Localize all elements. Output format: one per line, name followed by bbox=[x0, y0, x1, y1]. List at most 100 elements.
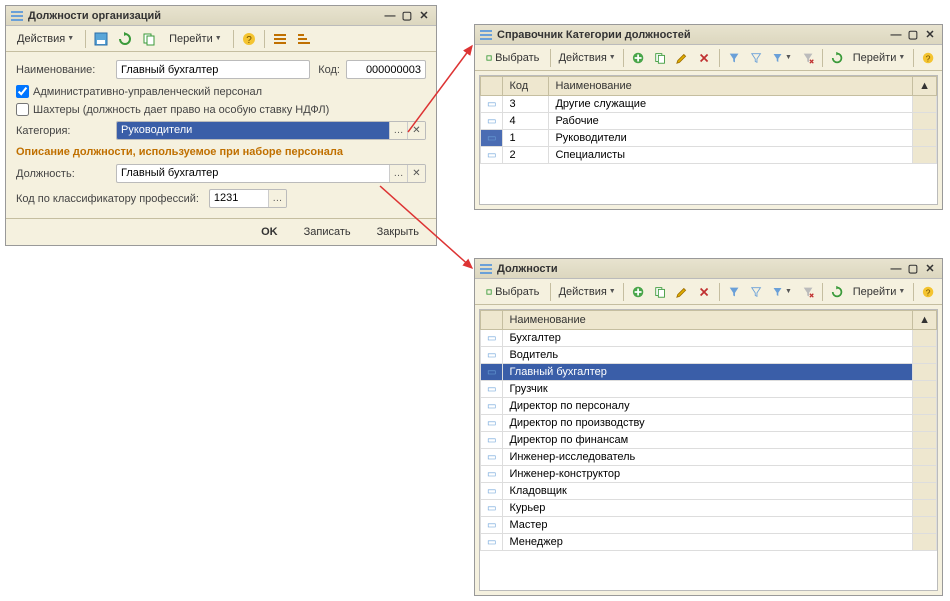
cell-code: 4 bbox=[503, 113, 549, 130]
row-icon: ▭ bbox=[487, 418, 496, 429]
edit-icon[interactable] bbox=[672, 282, 692, 302]
actions-menu[interactable]: Действия▼ bbox=[555, 282, 619, 302]
filter3-icon[interactable]: ▼ bbox=[768, 282, 796, 302]
cell-name: Инженер-конструктор bbox=[503, 466, 913, 483]
row-icon: ▭ bbox=[487, 384, 496, 395]
edit-icon[interactable] bbox=[672, 48, 692, 68]
cell-name: Грузчик bbox=[503, 381, 913, 398]
filter-clear-icon[interactable] bbox=[798, 282, 818, 302]
table-row[interactable]: ▭Менеджер bbox=[481, 534, 937, 551]
go-menu[interactable]: Перейти▼ bbox=[849, 48, 909, 68]
label-position: Должность: bbox=[16, 168, 110, 180]
row-icon: ▭ bbox=[487, 99, 496, 110]
button-ok[interactable]: OK bbox=[250, 223, 289, 241]
table-row[interactable]: ▭Водитель bbox=[481, 347, 937, 364]
copy-icon[interactable] bbox=[650, 282, 670, 302]
input-code[interactable] bbox=[346, 60, 426, 79]
help-icon[interactable]: ? bbox=[918, 282, 938, 302]
table-row[interactable]: ▭3Другие служащие bbox=[481, 96, 937, 113]
field-position-open[interactable]: … bbox=[389, 165, 407, 182]
grid-wrap: Наименование ▲ ▭Бухгалтер▭Водитель▭Главн… bbox=[475, 305, 942, 595]
label-classifier: Код по классификатору профессий: bbox=[16, 193, 199, 205]
actions-menu[interactable]: Действия▼ bbox=[10, 29, 81, 49]
go-menu[interactable]: Перейти▼ bbox=[162, 29, 229, 49]
filter1-icon[interactable] bbox=[724, 282, 744, 302]
select-button[interactable]: Выбрать bbox=[479, 282, 546, 302]
add-icon[interactable] bbox=[628, 48, 648, 68]
row-icon: ▭ bbox=[487, 435, 496, 446]
close-button[interactable]: ✕ bbox=[922, 28, 938, 42]
category-table[interactable]: Код Наименование ▲ ▭3Другие служащие▭4Ра… bbox=[480, 76, 937, 164]
rows-icon[interactable] bbox=[269, 29, 291, 49]
field-position-clear[interactable]: ✕ bbox=[407, 165, 425, 182]
filter-clear-icon[interactable] bbox=[798, 48, 818, 68]
input-name[interactable] bbox=[116, 60, 310, 79]
maximize-button[interactable]: ▢ bbox=[905, 28, 921, 42]
checkbox-miners[interactable] bbox=[16, 103, 29, 116]
refresh-icon[interactable] bbox=[114, 29, 136, 49]
cell-code: 3 bbox=[503, 96, 549, 113]
table-row[interactable]: ▭1Руководители bbox=[481, 130, 937, 147]
table-row[interactable]: ▭Директор по финансам bbox=[481, 432, 937, 449]
col-icon bbox=[481, 77, 503, 96]
col-name[interactable]: Наименование bbox=[503, 311, 913, 330]
table-row[interactable]: ▭Директор по персоналу bbox=[481, 398, 937, 415]
sort-icon[interactable] bbox=[293, 29, 315, 49]
button-close[interactable]: Закрыть bbox=[366, 223, 430, 241]
field-position[interactable]: Главный бухгалтер … ✕ bbox=[116, 164, 426, 183]
table-row[interactable]: ▭Мастер bbox=[481, 517, 937, 534]
actions-menu[interactable]: Действия▼ bbox=[555, 48, 619, 68]
toolbar: Выбрать Действия▼ ▼ Перейти▼ ? bbox=[475, 279, 942, 305]
maximize-button[interactable]: ▢ bbox=[399, 9, 415, 23]
button-write[interactable]: Записать bbox=[293, 223, 362, 241]
table-row[interactable]: ▭ Директор по производству bbox=[481, 415, 937, 432]
delete-icon[interactable] bbox=[694, 48, 714, 68]
field-category[interactable]: Руководители … ✕ bbox=[116, 121, 426, 140]
go-menu[interactable]: Перейти▼ bbox=[849, 282, 909, 302]
filter1-icon[interactable] bbox=[724, 48, 744, 68]
checkbox-miners-row: Шахтеры (должность дает право на особую … bbox=[16, 103, 426, 116]
refresh-icon[interactable] bbox=[827, 282, 847, 302]
refresh-icon[interactable] bbox=[827, 48, 847, 68]
select-button[interactable]: Выбрать bbox=[479, 48, 546, 68]
cell-name: Инженер-исследователь bbox=[503, 449, 913, 466]
field-category-clear[interactable]: ✕ bbox=[407, 122, 425, 139]
maximize-button[interactable]: ▢ bbox=[905, 262, 921, 276]
col-code[interactable]: Код bbox=[503, 77, 549, 96]
form-body: Наименование: Код: Административно-управ… bbox=[6, 52, 436, 218]
copy-icon[interactable] bbox=[650, 48, 670, 68]
minimize-button[interactable]: — bbox=[382, 9, 398, 23]
table-row[interactable]: ▭2Специалисты bbox=[481, 147, 937, 164]
table-row[interactable]: ▭4Рабочие bbox=[481, 113, 937, 130]
table-row[interactable]: ▭Бухгалтер bbox=[481, 330, 937, 347]
minimize-button[interactable]: — bbox=[888, 262, 904, 276]
field-category-open[interactable]: … bbox=[389, 122, 407, 139]
checkbox-admin[interactable] bbox=[16, 85, 29, 98]
filter2-icon[interactable] bbox=[746, 48, 766, 68]
table-row[interactable]: ▭Кладовщик bbox=[481, 483, 937, 500]
save-icon[interactable] bbox=[90, 29, 112, 49]
table-row[interactable]: ▭ Грузчик bbox=[481, 381, 937, 398]
filter3-icon[interactable]: ▼ bbox=[768, 48, 796, 68]
field-classifier-open[interactable]: … bbox=[268, 190, 286, 207]
add-icon[interactable] bbox=[628, 282, 648, 302]
table-row[interactable]: ▭Инженер-исследователь bbox=[481, 449, 937, 466]
table-row[interactable]: ▭Курьер bbox=[481, 500, 937, 517]
field-classifier[interactable]: 1231 … bbox=[209, 189, 287, 208]
positions-table[interactable]: Наименование ▲ ▭Бухгалтер▭Водитель▭Главн… bbox=[480, 310, 937, 551]
close-button[interactable]: ✕ bbox=[922, 262, 938, 276]
table-row[interactable]: ▭Главный бухгалтер bbox=[481, 364, 937, 381]
cell-name: Директор по производству bbox=[503, 415, 913, 432]
copy-icon[interactable] bbox=[138, 29, 160, 49]
help-icon[interactable]: ? bbox=[238, 29, 260, 49]
list-icon bbox=[479, 262, 493, 276]
col-name[interactable]: Наименование bbox=[549, 77, 913, 96]
close-button[interactable]: ✕ bbox=[416, 9, 432, 23]
filter2-icon[interactable] bbox=[746, 282, 766, 302]
minimize-button[interactable]: — bbox=[888, 28, 904, 42]
checkbox-miners-label: Шахтеры (должность дает право на особую … bbox=[33, 104, 329, 116]
delete-icon[interactable] bbox=[694, 282, 714, 302]
checkbox-admin-label: Административно-управленческий персонал bbox=[33, 86, 262, 98]
help-icon[interactable]: ? bbox=[918, 48, 938, 68]
table-row[interactable]: ▭Инженер-конструктор bbox=[481, 466, 937, 483]
